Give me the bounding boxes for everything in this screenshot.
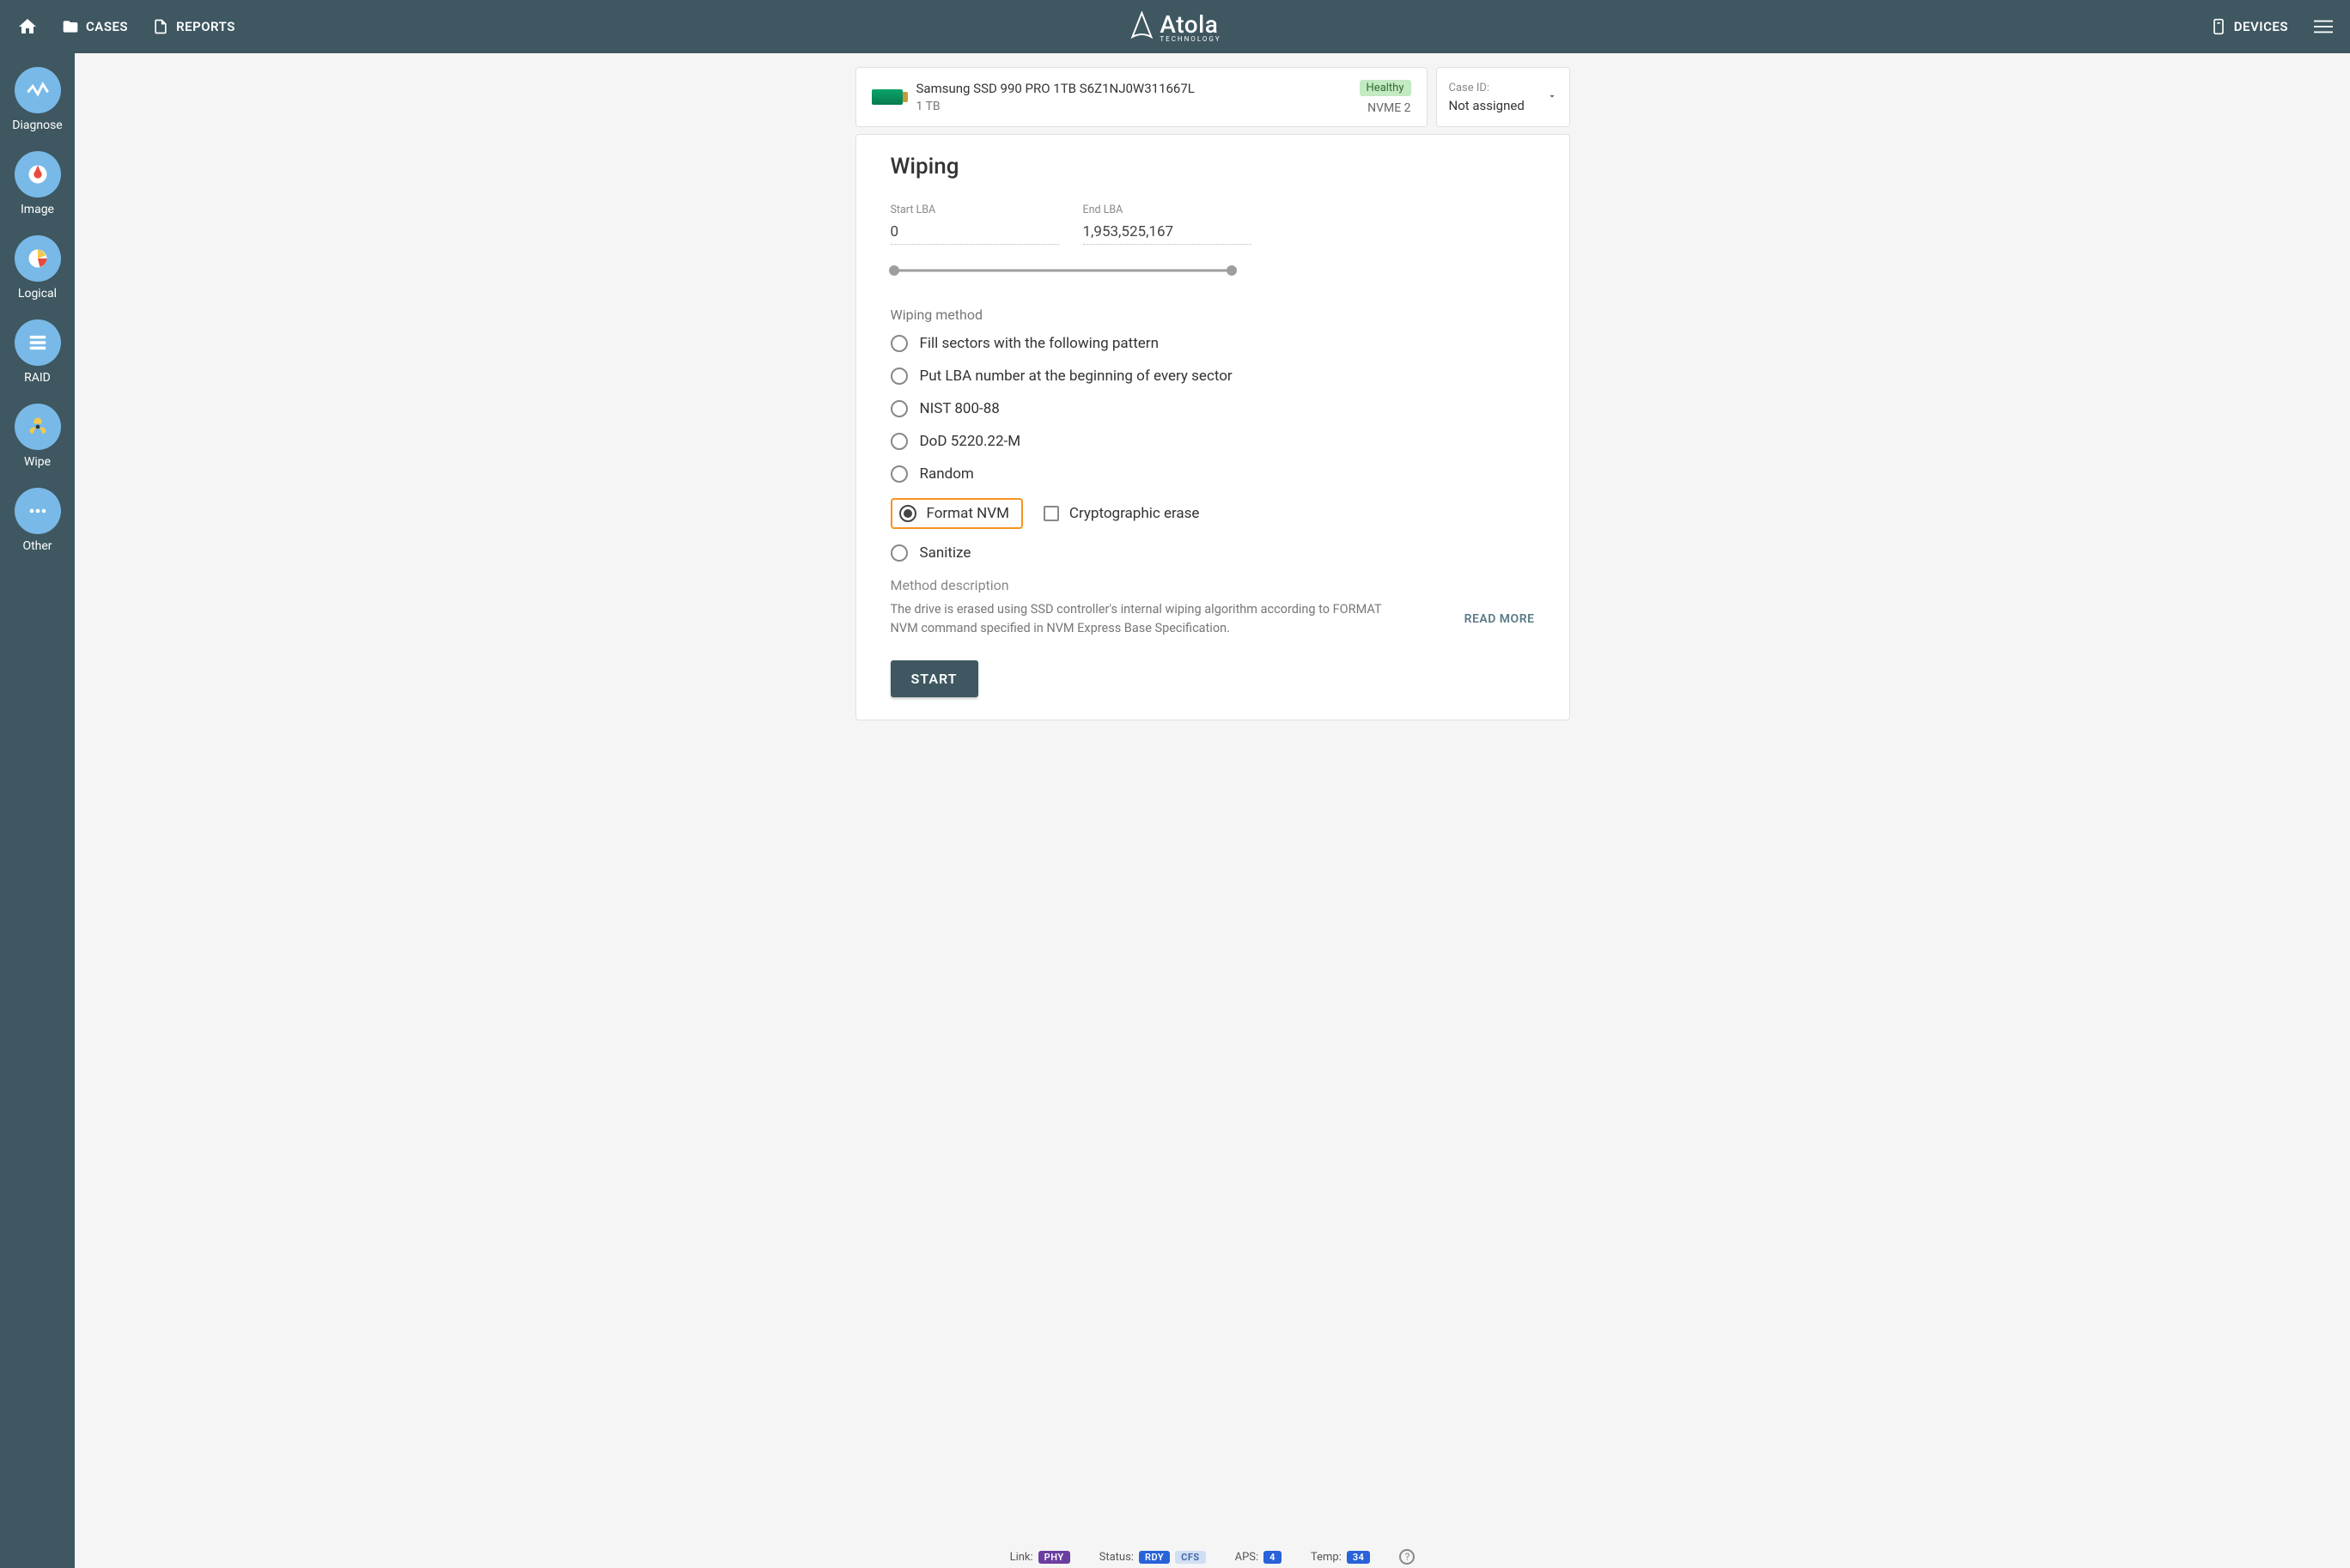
nav-cases-label: CASES bbox=[86, 19, 128, 34]
case-id-label: Case ID: bbox=[1449, 82, 1525, 94]
start-lba-label: Start LBA bbox=[891, 204, 1059, 216]
health-badge: Healthy bbox=[1360, 80, 1411, 96]
nav-reports[interactable]: REPORTS bbox=[152, 18, 235, 35]
radio-icon bbox=[891, 400, 908, 417]
nav-cases[interactable]: CASES bbox=[62, 18, 128, 35]
method-description-text: The drive is erased using SSD controller… bbox=[891, 600, 1397, 638]
home-icon[interactable] bbox=[17, 16, 38, 37]
start-lba-input[interactable] bbox=[891, 222, 1059, 245]
sidebar-item-raid[interactable]: RAID bbox=[15, 319, 61, 385]
sidebar-item-label: RAID bbox=[24, 371, 51, 385]
nav-devices[interactable]: DEVICES bbox=[2210, 18, 2288, 35]
panel-title: Wiping bbox=[891, 154, 1535, 179]
device-name: Samsung SSD 990 PRO 1TB S6Z1NJ0W311667L bbox=[916, 81, 1195, 96]
brand-logo: Atola TECHNOLOGY bbox=[1129, 10, 1221, 43]
sidebar-item-diagnose[interactable]: Diagnose bbox=[12, 67, 62, 132]
sidebar-item-other[interactable]: Other bbox=[15, 488, 61, 553]
sidebar-item-label: Other bbox=[22, 539, 52, 553]
case-id-value: Not assigned bbox=[1449, 98, 1525, 113]
sidebar: Diagnose Image Logical RAID Wipe Other bbox=[0, 53, 75, 1568]
device-card[interactable]: Samsung SSD 990 PRO 1TB S6Z1NJ0W311667L … bbox=[855, 67, 1428, 127]
device-icon bbox=[2210, 18, 2227, 35]
method-nist[interactable]: NIST 800-88 bbox=[891, 400, 1535, 417]
status-badge-cfs: CFS bbox=[1175, 1551, 1205, 1564]
sidebar-item-label: Diagnose bbox=[12, 119, 62, 132]
sidebar-item-label: Image bbox=[21, 203, 54, 216]
radio-icon bbox=[891, 368, 908, 385]
sidebar-item-wipe[interactable]: Wipe bbox=[15, 404, 61, 469]
radio-icon bbox=[891, 544, 908, 562]
crypto-erase-option[interactable]: Cryptographic erase bbox=[1044, 505, 1200, 522]
sidebar-item-label: Logical bbox=[18, 287, 57, 301]
radio-icon bbox=[891, 335, 908, 352]
status-badge-rdy: RDY bbox=[1139, 1551, 1170, 1564]
method-fill[interactable]: Fill sectors with the following pattern bbox=[891, 335, 1535, 352]
sidebar-item-image[interactable]: Image bbox=[15, 151, 61, 216]
start-button[interactable]: START bbox=[891, 660, 978, 697]
method-sanitize[interactable]: Sanitize bbox=[891, 544, 1535, 562]
status-footer: Link: PHY Status: RDY CFS APS: 4 Temp: 3… bbox=[75, 1549, 2350, 1565]
method-lba[interactable]: Put LBA number at the beginning of every… bbox=[891, 368, 1535, 385]
temp-label: Temp: bbox=[1311, 1551, 1342, 1564]
sidebar-item-label: Wipe bbox=[24, 455, 51, 469]
menu-icon[interactable] bbox=[2314, 17, 2333, 36]
checkbox-icon bbox=[1044, 506, 1059, 521]
method-dod[interactable]: DoD 5220.22-M bbox=[891, 433, 1535, 450]
sidebar-item-logical[interactable]: Logical bbox=[15, 235, 61, 301]
help-icon[interactable]: ? bbox=[1399, 1549, 1415, 1565]
chevron-down-icon bbox=[1547, 89, 1557, 105]
ssd-icon bbox=[872, 89, 903, 105]
aps-badge: 4 bbox=[1263, 1551, 1282, 1564]
device-port: NVME 2 bbox=[1367, 101, 1410, 115]
temp-badge: 34 bbox=[1347, 1551, 1371, 1564]
end-lba-input[interactable] bbox=[1083, 222, 1251, 245]
link-badge: PHY bbox=[1038, 1551, 1070, 1564]
radio-icon bbox=[899, 505, 916, 522]
radio-icon bbox=[891, 465, 908, 483]
method-description-label: Method description bbox=[891, 577, 1535, 593]
document-icon bbox=[152, 18, 169, 35]
nav-reports-label: REPORTS bbox=[176, 19, 235, 34]
top-bar: CASES REPORTS Atola TECHNOLOGY DEVICES bbox=[0, 0, 2350, 53]
method-random[interactable]: Random bbox=[891, 465, 1535, 483]
read-more-link[interactable]: READ MORE bbox=[1464, 612, 1535, 626]
end-lba-label: End LBA bbox=[1083, 204, 1251, 216]
case-card[interactable]: Case ID: Not assigned bbox=[1436, 67, 1570, 127]
aps-label: APS: bbox=[1235, 1551, 1259, 1564]
lba-range-slider[interactable] bbox=[891, 260, 1232, 281]
folder-icon bbox=[62, 18, 79, 35]
brand-sub: TECHNOLOGY bbox=[1160, 35, 1221, 43]
wiping-method-label: Wiping method bbox=[891, 307, 1535, 323]
device-size: 1 TB bbox=[916, 100, 1195, 113]
link-label: Link: bbox=[1010, 1551, 1033, 1564]
wiping-panel: Wiping Start LBA End LBA Wiping method bbox=[855, 134, 1570, 720]
nav-devices-label: DEVICES bbox=[2234, 19, 2288, 34]
method-format-nvm[interactable]: Format NVM bbox=[891, 498, 1023, 529]
status-label: Status: bbox=[1099, 1551, 1134, 1564]
radio-icon bbox=[891, 433, 908, 450]
